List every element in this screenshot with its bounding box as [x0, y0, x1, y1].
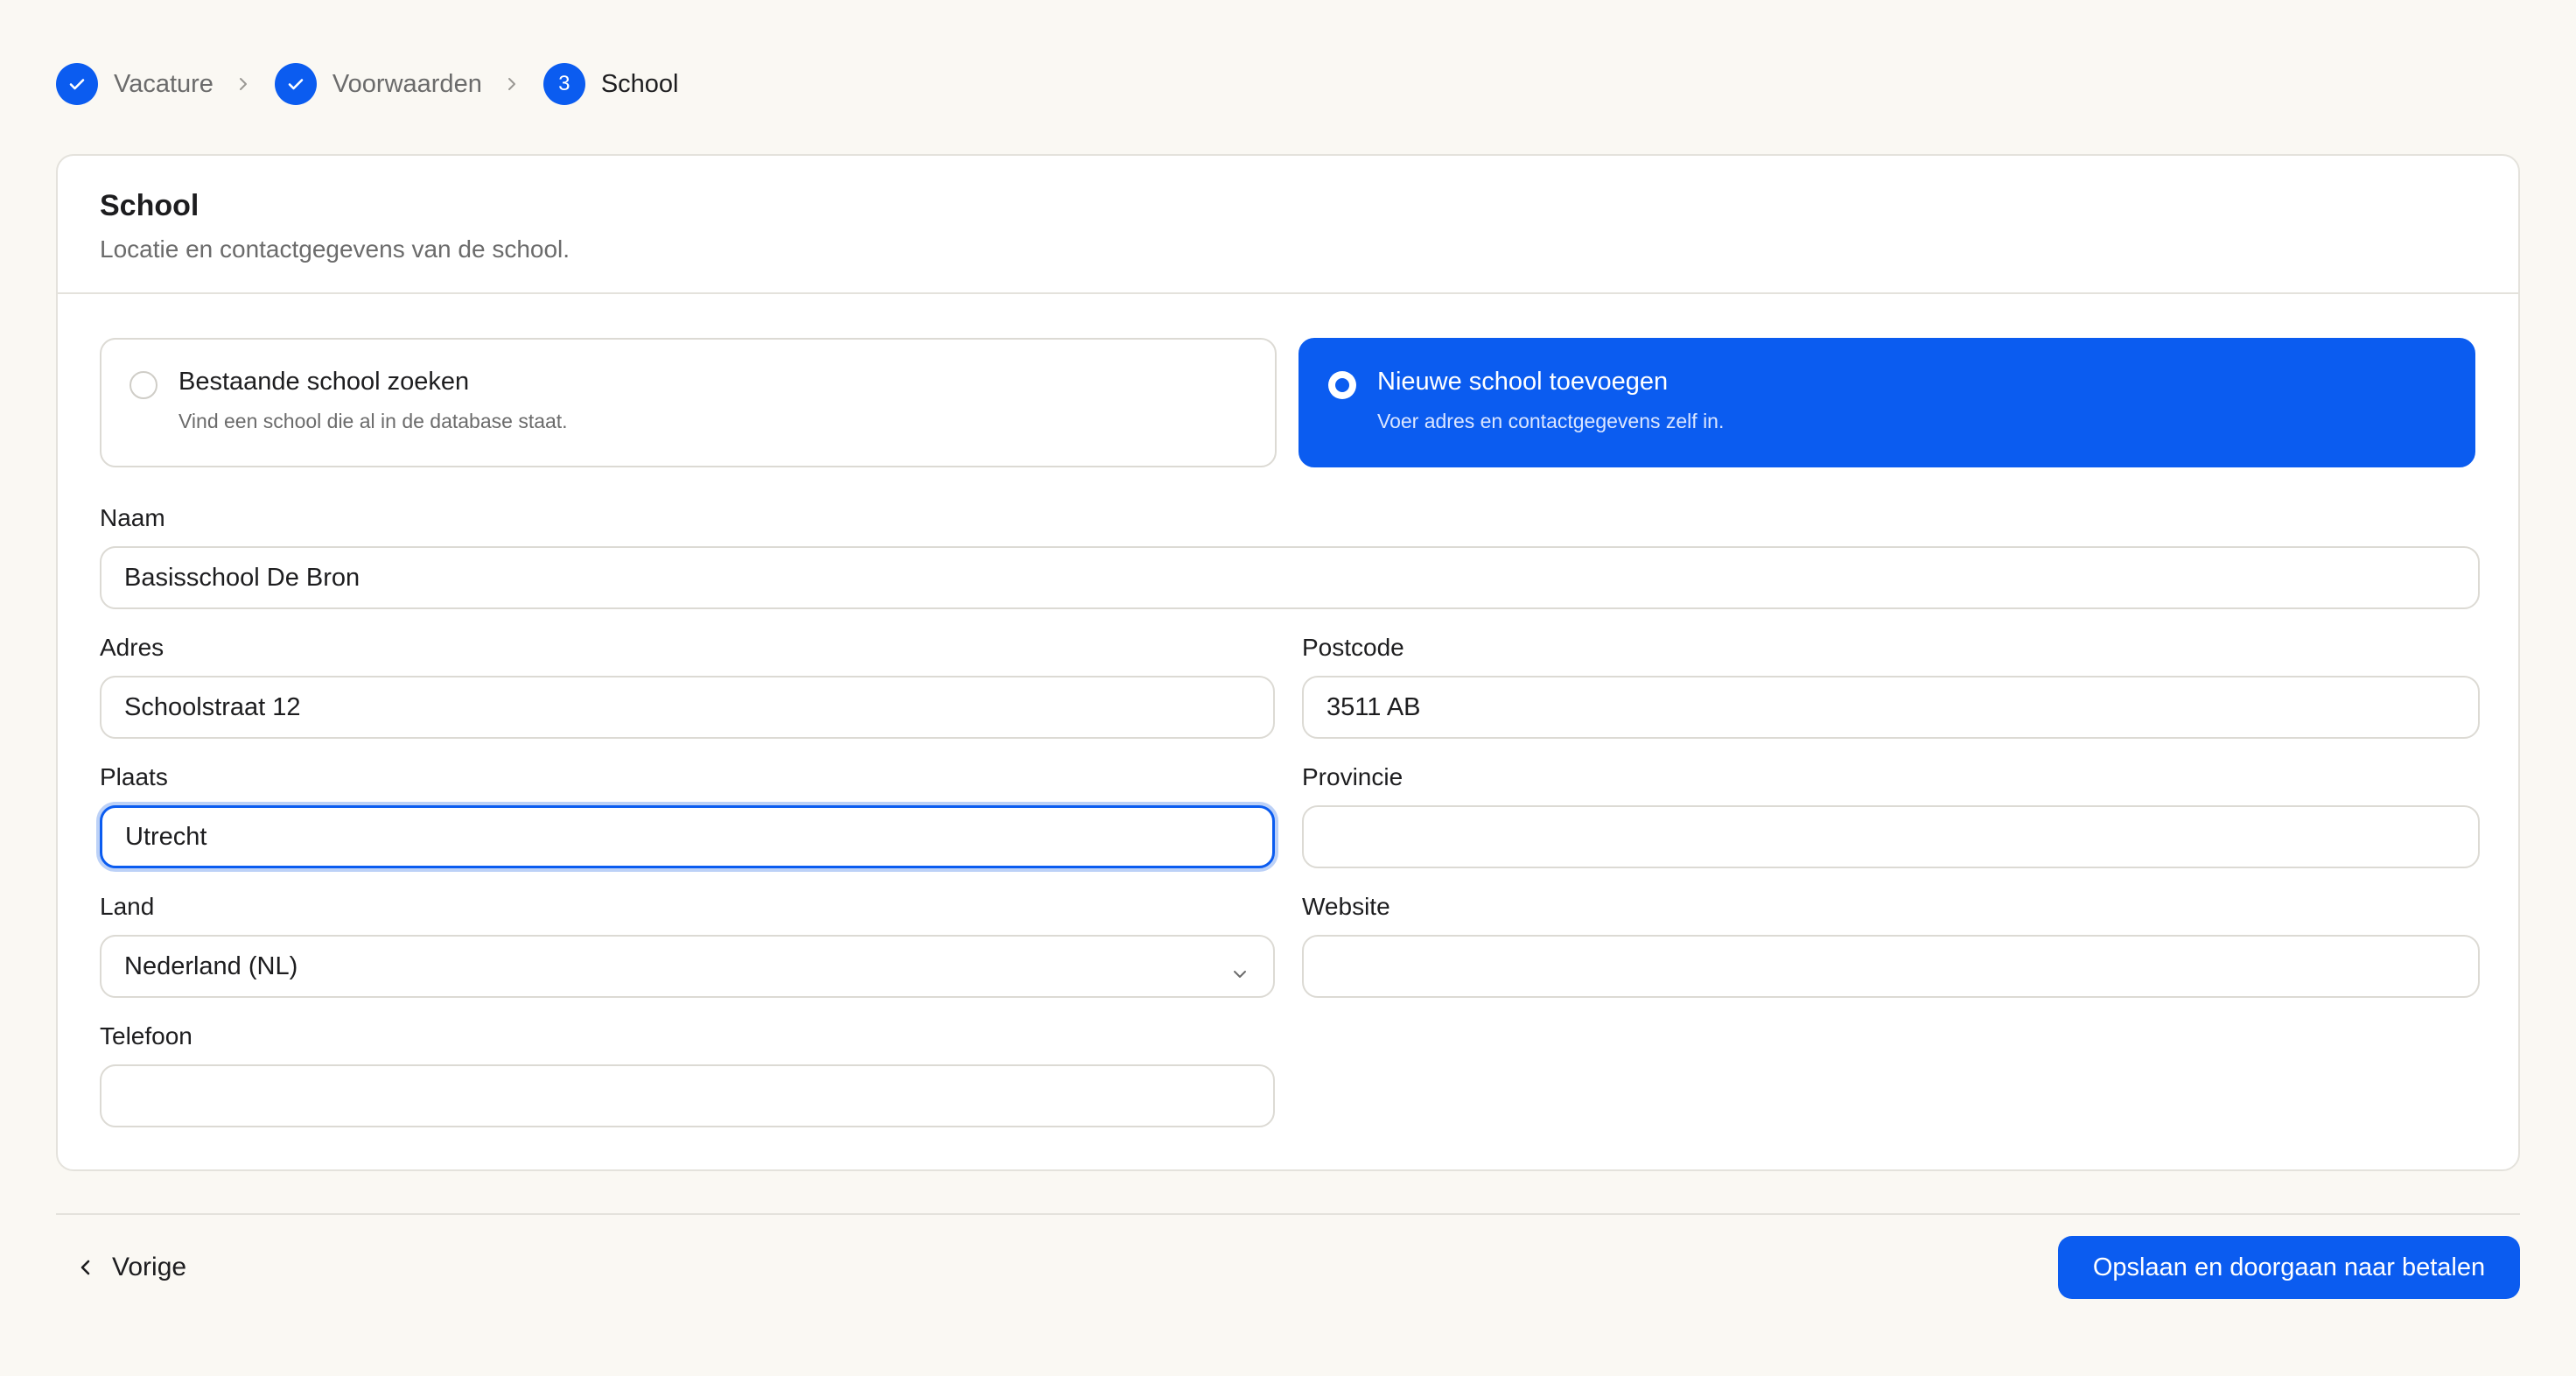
card-header: School Locatie en contactgegevens van de… [58, 156, 2518, 294]
back-button[interactable]: Vorige [79, 1246, 186, 1288]
postcode-value: 3511 AB [1326, 692, 1421, 721]
step-label: Vacature [114, 69, 214, 98]
land-select[interactable]: Nederland (NL) [100, 935, 1275, 998]
back-label: Vorige [112, 1253, 187, 1281]
plaats-value: Utrecht [125, 822, 207, 851]
check-icon [56, 63, 98, 105]
naam-label: Naam [100, 504, 165, 531]
land-value: Nederland (NL) [124, 951, 298, 980]
adres-value: Schoolstraat 12 [124, 692, 301, 721]
footer-divider [56, 1213, 2520, 1215]
stepper: Vacature Voorwaarden 3 School [56, 63, 679, 105]
postcode-label: Postcode [1302, 634, 1404, 661]
telefoon-input[interactable] [100, 1064, 1275, 1127]
step-number: 3 [542, 63, 585, 105]
naam-input[interactable]: Basisschool De Bron [100, 546, 2480, 609]
provincie-label: Provincie [1302, 763, 1404, 790]
step-vacature[interactable]: Vacature [56, 63, 214, 105]
chevron-left-icon [80, 1260, 90, 1275]
naam-value: Basisschool De Bron [124, 563, 360, 592]
school-card: School Locatie en contactgegevens van de… [56, 154, 2520, 1171]
option-title: Bestaande school zoeken [178, 368, 470, 396]
step-voorwaarden[interactable]: Voorwaarden [274, 63, 482, 105]
card-title: School [100, 189, 200, 222]
land-label: Land [100, 893, 155, 920]
step-label: School [600, 69, 679, 98]
page: Vacature Voorwaarden 3 School School Loc… [0, 0, 2576, 1376]
card-subtitle: Locatie en contactgegevens van de school… [100, 235, 570, 263]
provincie-input[interactable] [1302, 805, 2480, 868]
adres-input[interactable]: Schoolstraat 12 [100, 676, 1275, 739]
chevron-right-icon [505, 75, 519, 93]
option-existing-school[interactable]: Bestaande school zoeken Vind een school … [100, 338, 1277, 467]
option-new-school[interactable]: Nieuwe school toevoegen Voer adres en co… [1298, 338, 2475, 467]
save-continue-button[interactable]: Opslaan en doorgaan naar betalen [2058, 1236, 2520, 1299]
plaats-input[interactable]: Utrecht [100, 805, 1275, 868]
website-input[interactable] [1302, 935, 2480, 998]
chevron-right-icon [236, 75, 250, 93]
adres-label: Adres [100, 634, 164, 661]
postcode-input[interactable]: 3511 AB [1302, 676, 2480, 739]
chevron-down-icon [1231, 959, 1249, 988]
step-school[interactable]: 3 School [542, 63, 679, 105]
telefoon-label: Telefoon [100, 1022, 192, 1050]
option-title: Nieuwe school toevoegen [1377, 368, 1669, 396]
radio-unselected[interactable] [130, 371, 158, 399]
option-description: Vind een school die al in de database st… [178, 410, 568, 432]
option-description: Voer adres en contactgegevens zelf in. [1377, 410, 1725, 432]
check-icon [274, 63, 317, 105]
website-label: Website [1302, 893, 1390, 920]
step-label: Voorwaarden [332, 69, 482, 98]
plaats-label: Plaats [100, 763, 168, 790]
radio-selected[interactable] [1328, 371, 1356, 399]
